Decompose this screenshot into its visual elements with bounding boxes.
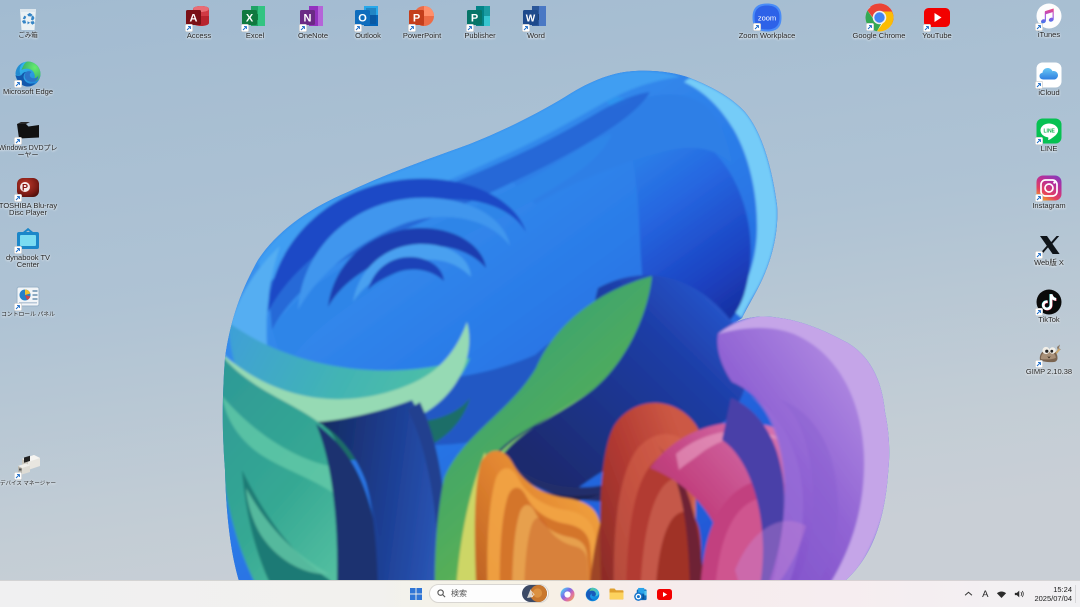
svg-text:P: P (471, 13, 478, 25)
svg-text:X: X (246, 13, 254, 25)
svg-text:N: N (304, 13, 312, 25)
svg-text:P: P (413, 13, 420, 25)
svg-text:O: O (358, 13, 367, 25)
svg-text:zoom: zoom (758, 14, 776, 23)
svg-text:LINE: LINE (1044, 129, 1056, 135)
svg-text:W: W (526, 14, 536, 25)
svg-text:A: A (190, 13, 198, 25)
svg-text:P: P (22, 183, 28, 193)
